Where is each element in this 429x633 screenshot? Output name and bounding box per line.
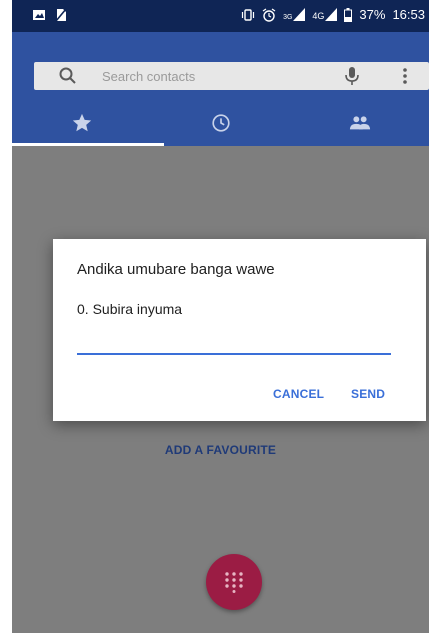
battery-percent: 37% [359, 7, 386, 22]
mic-icon[interactable] [342, 65, 362, 87]
status-bar: 3G 4G 37% 16:53 [12, 0, 429, 32]
dialog-message: 0. Subira inyuma [77, 301, 183, 317]
search-icon[interactable] [58, 66, 78, 86]
dialpad-icon [225, 572, 243, 593]
clock-icon [211, 114, 230, 132]
star-icon [72, 113, 91, 132]
add-favourite-link[interactable]: ADD A FAVOURITE [12, 443, 429, 457]
signal-3g-icon: 3G [283, 8, 306, 21]
ussd-dialog: Andika umubare banga wawe 0. Subira inyu… [53, 239, 426, 421]
send-button[interactable]: SEND [351, 387, 385, 401]
phone-screen: 3G 4G 37% 16:53 Search contacts ADD A FA… [12, 0, 429, 633]
tab-bar [12, 102, 429, 146]
more-vert-icon[interactable] [395, 66, 415, 86]
tab-favourites[interactable] [12, 102, 151, 146]
cancel-button[interactable]: CANCEL [273, 387, 324, 401]
tab-recents[interactable] [151, 102, 290, 146]
battery-icon [344, 7, 353, 22]
dialpad-fab[interactable] [206, 554, 262, 610]
dialog-title: Andika umubare banga wawe [77, 261, 275, 278]
no-sim-icon [54, 8, 68, 22]
clock-time: 16:53 [392, 7, 425, 22]
alarm-icon [262, 7, 276, 22]
dialog-input[interactable] [77, 331, 391, 355]
image-notification-icon [32, 8, 46, 22]
vibrate-icon [241, 8, 255, 22]
app-toolbar [12, 32, 429, 146]
search-input[interactable] [102, 66, 322, 86]
people-icon [349, 116, 370, 130]
signal-4g-icon: 4G [312, 8, 338, 21]
tab-contacts[interactable] [290, 102, 429, 146]
search-bar[interactable] [34, 62, 429, 90]
